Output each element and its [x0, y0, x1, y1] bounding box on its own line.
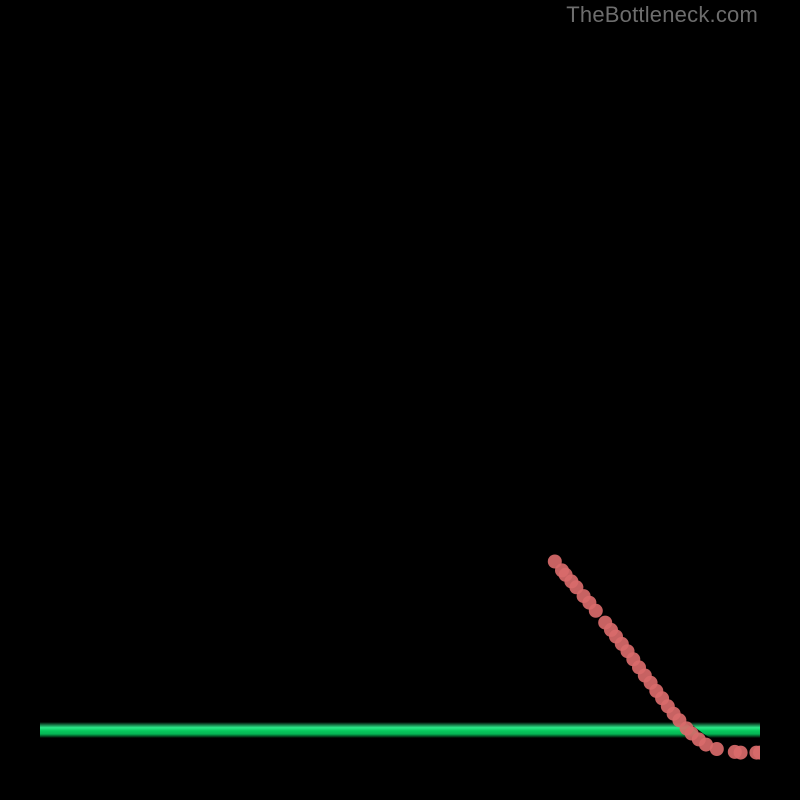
- data-marker: [632, 660, 646, 674]
- data-marker: [548, 555, 562, 569]
- data-marker: [685, 727, 699, 741]
- data-marker: [672, 713, 686, 727]
- bottleneck-curve-line: [40, 25, 760, 753]
- data-marker: [559, 568, 573, 582]
- data-marker: [655, 691, 669, 705]
- data-marker: [638, 669, 652, 683]
- data-marker: [728, 745, 742, 759]
- data-marker: [699, 738, 713, 752]
- data-marker: [649, 684, 663, 698]
- data-marker: [577, 589, 591, 603]
- data-marker: [667, 707, 681, 721]
- data-marker: [569, 580, 583, 594]
- plot-area: [40, 25, 760, 760]
- data-marker: [753, 746, 760, 760]
- data-marker: [734, 746, 748, 760]
- data-marker: [661, 699, 675, 713]
- chart-frame: TheBottleneck.com: [0, 0, 800, 800]
- data-marker: [555, 563, 569, 577]
- data-marker: [644, 676, 658, 690]
- data-marker: [710, 742, 724, 756]
- data-marker: [564, 574, 578, 588]
- data-marker: [621, 644, 635, 658]
- data-marker: [749, 746, 760, 760]
- data-markers-group: [548, 555, 760, 760]
- data-marker: [615, 637, 629, 651]
- data-marker: [692, 732, 706, 746]
- data-marker: [626, 652, 640, 666]
- data-marker: [680, 721, 694, 735]
- data-marker: [582, 596, 596, 610]
- data-marker: [604, 623, 618, 637]
- data-marker: [598, 616, 612, 630]
- data-marker: [609, 630, 623, 644]
- data-marker: [589, 604, 603, 618]
- chart-overlay-svg: [40, 25, 760, 760]
- green-accent-stripe: [40, 722, 760, 738]
